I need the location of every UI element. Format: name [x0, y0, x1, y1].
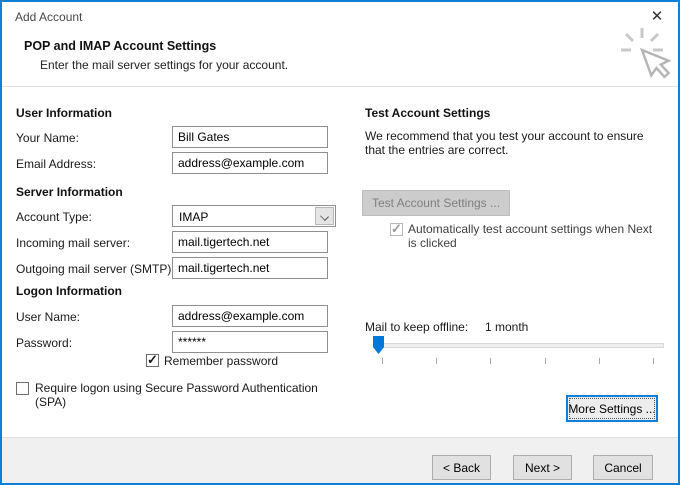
slider-tick: [436, 358, 437, 364]
password-input[interactable]: [172, 331, 328, 353]
your-name-label: Your Name:: [16, 131, 79, 145]
auto-test-checkbox[interactable]: ✓: [390, 223, 403, 236]
spa-checkbox[interactable]: [16, 382, 29, 395]
title-bar: Add Account ✕: [2, 2, 678, 32]
cancel-button[interactable]: Cancel: [593, 455, 653, 480]
server-information-heading: Server Information: [16, 185, 123, 199]
your-name-input[interactable]: [172, 126, 328, 148]
header-divider: [2, 86, 678, 87]
outgoing-server-input[interactable]: [172, 257, 328, 279]
outgoing-server-label: Outgoing mail server (SMTP):: [16, 262, 175, 276]
auto-test-label: Automatically test account settings when…: [408, 222, 658, 250]
more-settings-button-label: More Settings ...: [568, 402, 655, 416]
close-icon: ✕: [651, 7, 664, 25]
check-icon: ✓: [147, 352, 158, 368]
email-address-input[interactable]: [172, 152, 328, 174]
slider-tick: [545, 358, 546, 364]
next-button-label: Next >: [525, 461, 560, 475]
check-icon: ✓: [391, 221, 402, 237]
mail-offline-label: Mail to keep offline:: [365, 320, 468, 334]
remember-password-checkbox[interactable]: ✓: [146, 354, 159, 367]
account-type-dropdown[interactable]: IMAP: [172, 205, 336, 227]
dropdown-arrow-button[interactable]: [315, 207, 334, 225]
user-information-heading: User Information: [16, 106, 112, 120]
close-button[interactable]: ✕: [636, 2, 678, 30]
add-account-dialog: Add Account ✕ POP and IMAP Account Setti…: [0, 0, 680, 485]
next-button[interactable]: Next >: [513, 455, 572, 480]
page-subtitle: Enter the mail server settings for your …: [40, 58, 288, 72]
user-name-input[interactable]: [172, 305, 328, 327]
offline-slider-track[interactable]: [374, 343, 664, 348]
mail-offline-value: 1 month: [485, 320, 528, 334]
remember-password-label: Remember password: [164, 354, 278, 368]
slider-tick: [599, 358, 600, 364]
test-account-settings-button-label: Test Account Settings ...: [372, 196, 500, 210]
account-type-value: IMAP: [179, 210, 208, 224]
spa-label: Require logon using Secure Password Auth…: [35, 381, 347, 409]
test-account-settings-heading: Test Account Settings: [365, 106, 490, 120]
password-label: Password:: [16, 336, 72, 350]
incoming-server-label: Incoming mail server:: [16, 236, 130, 250]
incoming-server-input[interactable]: [172, 231, 328, 253]
account-type-label: Account Type:: [16, 210, 92, 224]
cancel-button-label: Cancel: [604, 461, 641, 475]
test-account-settings-button[interactable]: Test Account Settings ...: [362, 190, 510, 216]
footer-bar: [2, 437, 678, 483]
window-title: Add Account: [15, 10, 82, 24]
test-account-description: We recommend that you test your account …: [365, 129, 665, 157]
page-title: POP and IMAP Account Settings: [24, 39, 216, 53]
back-button-label: < Back: [443, 461, 480, 475]
user-name-label: User Name:: [16, 310, 80, 324]
slider-tick: [653, 358, 654, 364]
click-cursor-icon: [618, 28, 674, 88]
more-settings-button[interactable]: More Settings ...: [566, 395, 658, 422]
email-address-label: Email Address:: [16, 157, 96, 171]
logon-information-heading: Logon Information: [16, 284, 122, 298]
offline-slider-thumb[interactable]: [373, 336, 384, 354]
slider-tick: [382, 358, 383, 364]
back-button[interactable]: < Back: [432, 455, 491, 480]
chevron-down-icon: [320, 212, 329, 221]
slider-tick: [490, 358, 491, 364]
